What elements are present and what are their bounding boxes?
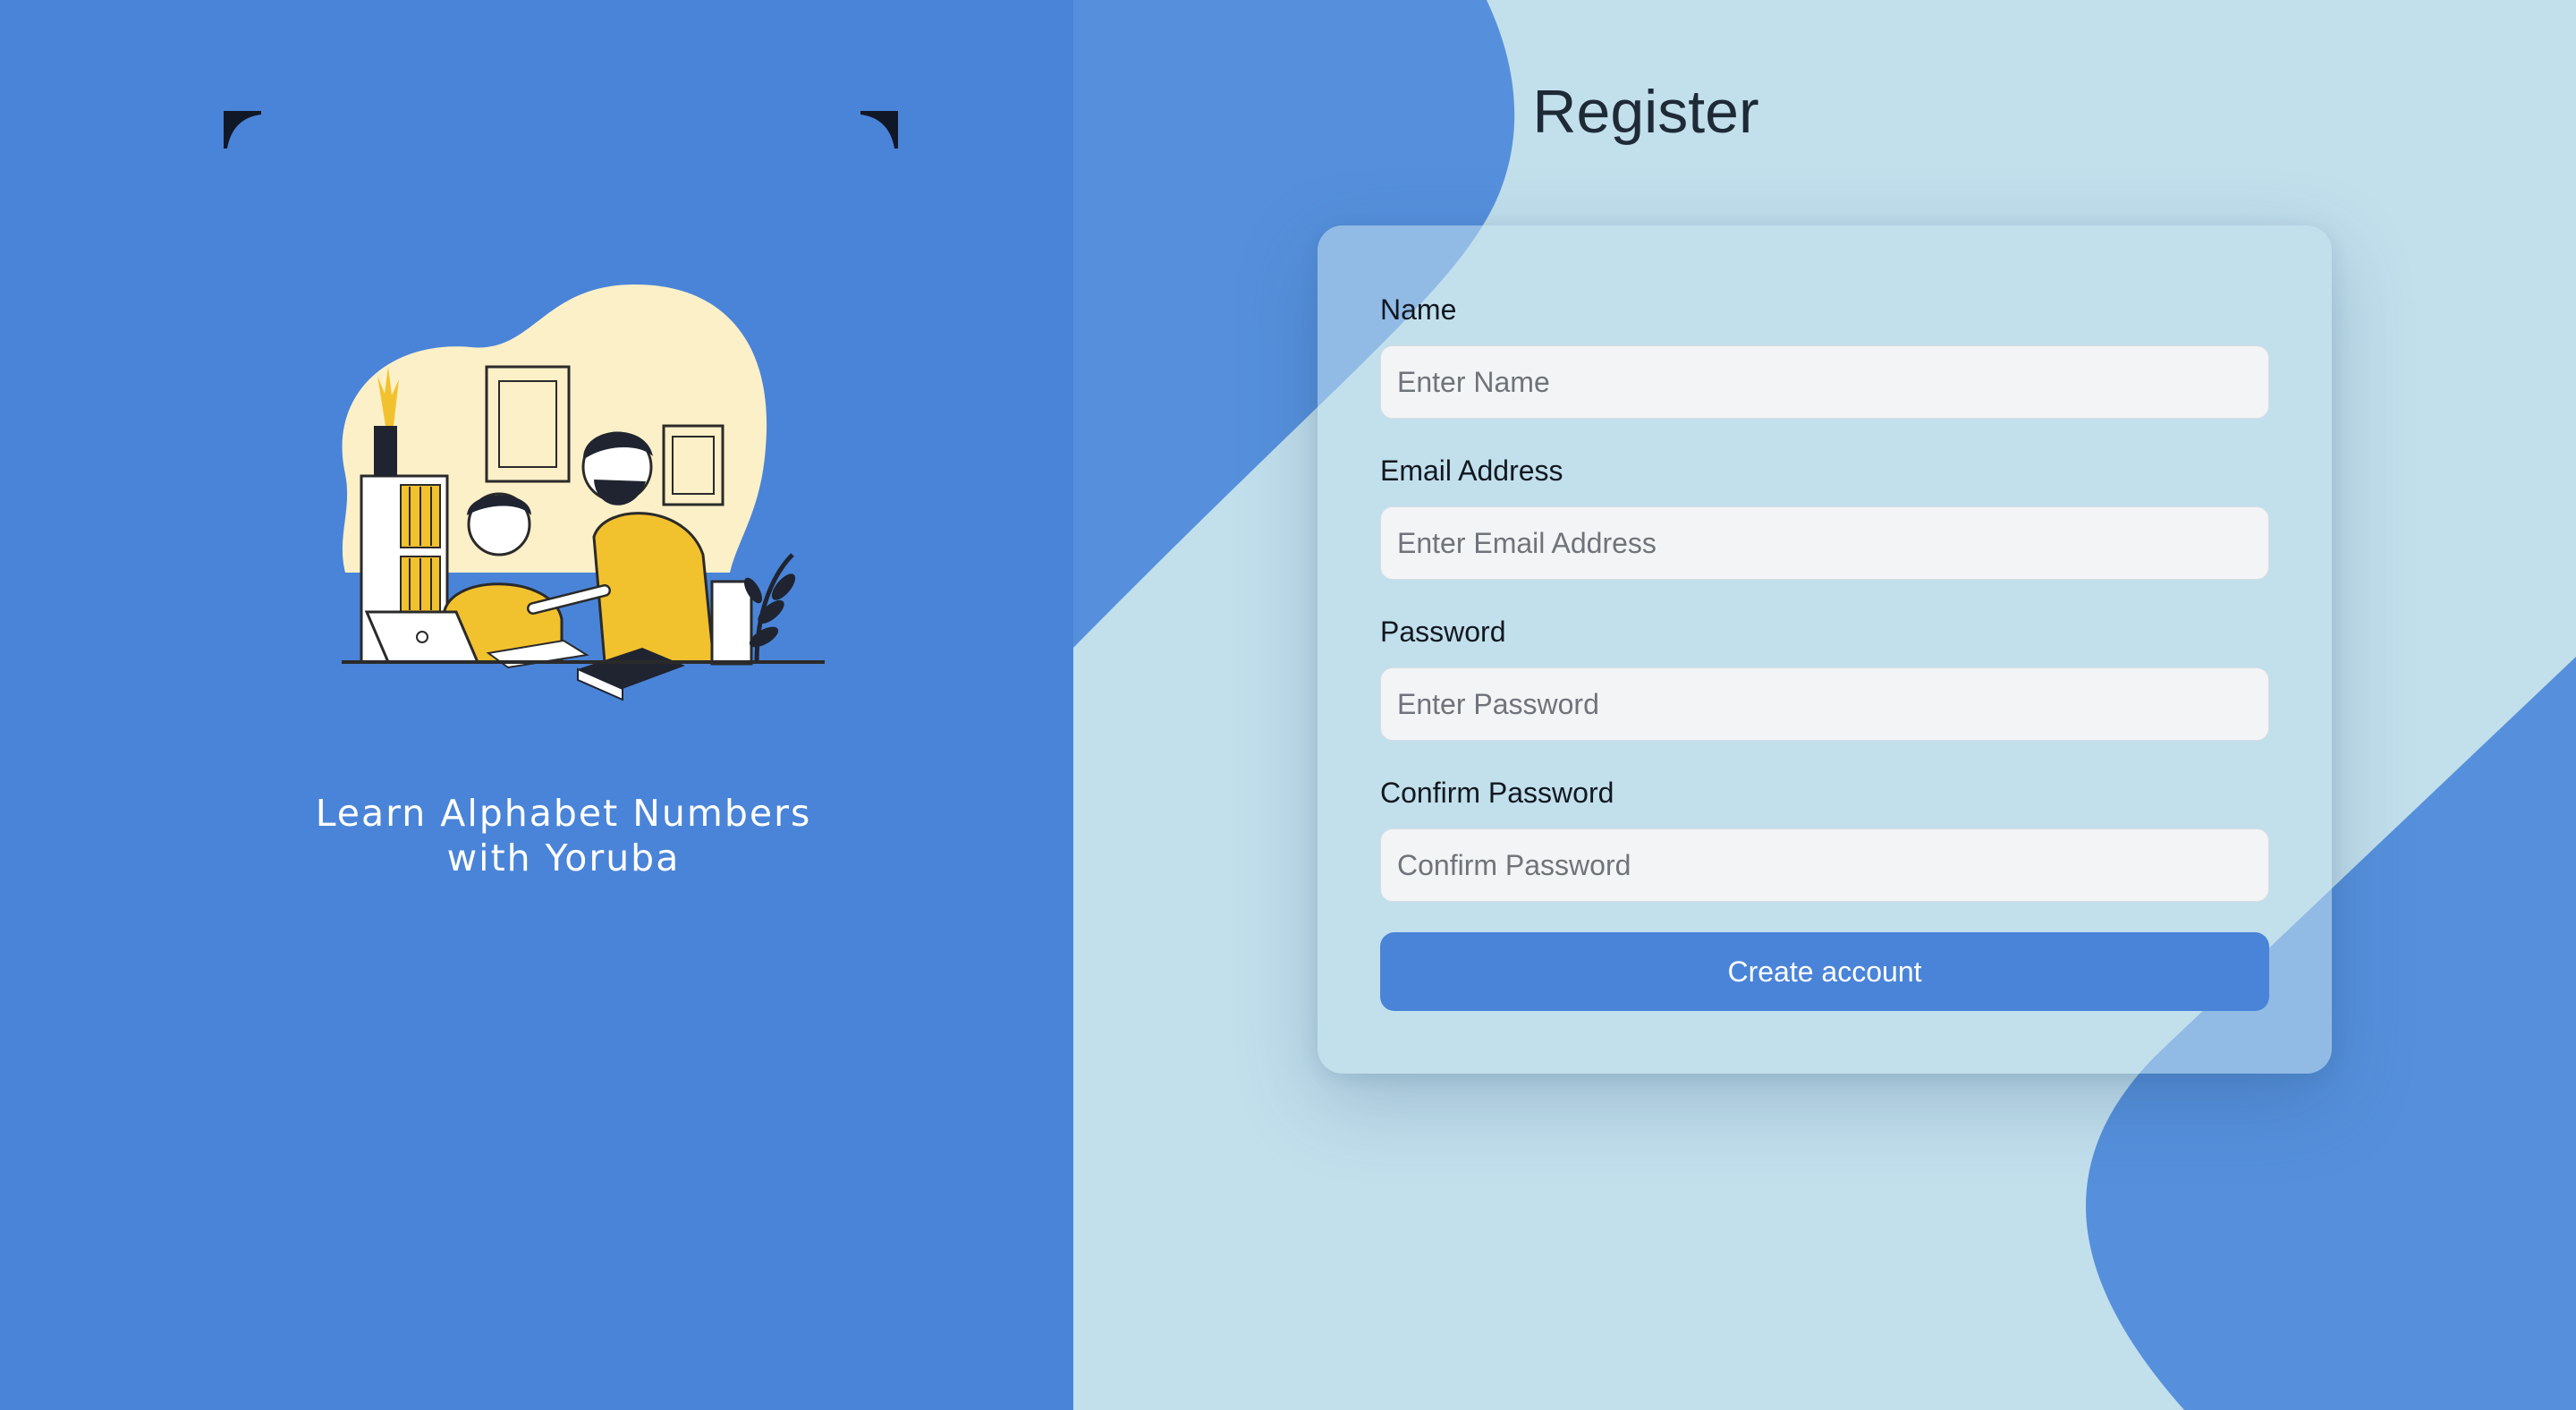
branding-panel: Learn Alphabet Numbers with Yoruba (0, 0, 1073, 1410)
corner-bracket-right-icon (860, 111, 898, 149)
password-input[interactable] (1380, 667, 2269, 741)
app-tagline: Learn Alphabet Numbers with Yoruba (268, 791, 859, 880)
confirm-password-input[interactable] (1380, 828, 2269, 902)
register-form-card: Name Email Address Password Confirm Pass… (1318, 225, 2332, 1074)
tagline-line-2: with Yoruba (446, 837, 681, 879)
confirm-password-label: Confirm Password (1380, 777, 1614, 809)
register-page: Learn Alphabet Numbers with Yoruba Regis… (0, 0, 2576, 1410)
password-label: Password (1380, 616, 1506, 648)
name-input[interactable] (1380, 345, 2269, 419)
teacher-child-illustration (342, 284, 825, 701)
email-label: Email Address (1380, 454, 1563, 487)
corner-bracket-left-icon (224, 111, 261, 149)
register-panel: Register Name Email Address Password Con… (1073, 0, 2576, 1410)
page-title: Register (1532, 78, 1759, 146)
tagline-line-1: Learn Alphabet Numbers (315, 792, 812, 835)
create-account-button[interactable]: Create account (1380, 932, 2269, 1011)
name-label: Name (1380, 293, 1457, 326)
email-input[interactable] (1380, 506, 2269, 580)
